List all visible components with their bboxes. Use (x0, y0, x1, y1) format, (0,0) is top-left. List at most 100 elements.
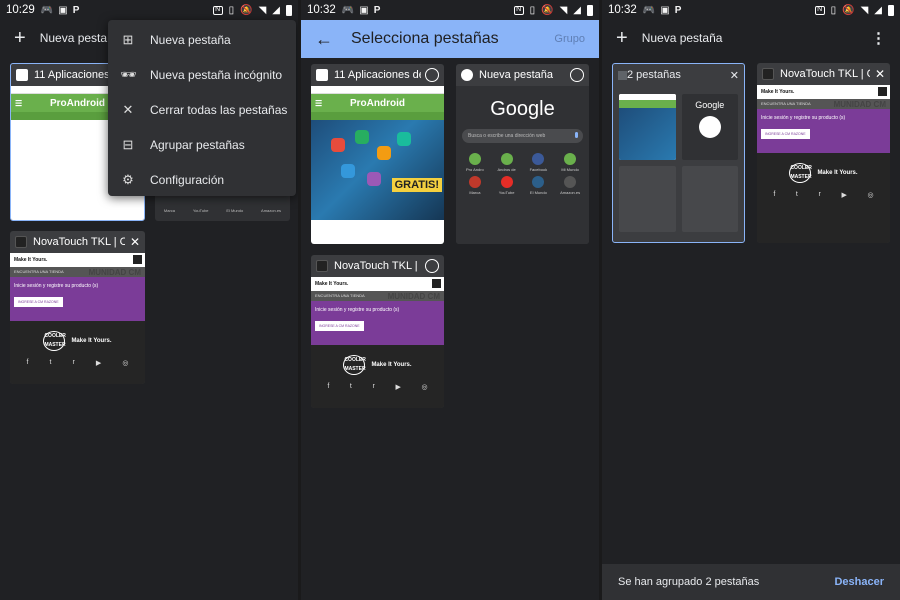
twitter-icon: t (795, 191, 798, 198)
site-logo: ProAndroid (350, 97, 405, 109)
plus-box-icon: ⊞ (122, 31, 134, 47)
toolbar-title: Nueva pestaña (641, 31, 723, 45)
favicon-icon (316, 69, 328, 81)
nfc-icon: N (513, 5, 524, 15)
undo-button[interactable]: Deshacer (834, 576, 884, 588)
promo-text: Inicie sesión y registre su producto (s) (14, 283, 99, 289)
tab-title: NovaTouch TKL | C (780, 68, 870, 80)
promo-button: INGRESE A CM RAZONE (315, 321, 364, 331)
site-brand: Make It Yours. (315, 281, 349, 287)
status-bar: 10:32 🎮 ▣ P N ▯ 🔕 ◥ ◢ (602, 0, 900, 20)
image-icon: ▣ (58, 4, 68, 16)
search-box: Busca o escribe una dirección web (462, 129, 583, 143)
status-time: 10:32 (307, 4, 336, 16)
mic-icon (575, 132, 578, 138)
snackbar: Se han agrupado 2 pestañas Deshacer (602, 564, 900, 600)
twitter-icon: t (349, 383, 352, 390)
p-icon: P (373, 4, 381, 16)
google-logo: Google (695, 100, 725, 110)
image-icon: ▣ (660, 4, 670, 16)
signal-icon: ◢ (272, 4, 280, 16)
battery-icon (587, 4, 593, 16)
cooler-master-logo: COOLER MASTER (343, 355, 366, 375)
mini-placeholder (619, 166, 676, 232)
tab-card-novatouch[interactable]: NovaTouch TKL | C ✕ Make It Yours. ENCUEN… (10, 231, 145, 384)
screen-tab-switcher-menu: 10:29 🎮 ▣ P N ▯ 🔕 ◥ ◢ + Nueva pestaña 11… (0, 0, 298, 600)
tab-card-newtab[interactable]: Nueva pestaña Google Busca o escribe una… (456, 64, 589, 244)
menu-item-new-tab[interactable]: ⊞ Nueva pestaña (108, 22, 296, 57)
status-time: 10:32 (608, 4, 637, 16)
close-tab-icon[interactable]: ✕ (130, 235, 140, 249)
twitter-icon: t (49, 359, 52, 366)
shortcut-label: Marca (163, 208, 176, 213)
overlay-text: MUNIDAD CM (88, 268, 141, 277)
wifi-icon: ◥ (860, 4, 869, 16)
select-circle[interactable] (425, 259, 439, 273)
tab-group-card[interactable]: 2 pestañas ✕ Google (612, 63, 745, 243)
more-options-icon[interactable]: ⋮ (871, 29, 886, 47)
reddit-icon: r (72, 359, 75, 366)
site-brand: Make It Yours. (14, 257, 48, 263)
mini-placeholder (681, 166, 738, 232)
tab-card-proandroid[interactable]: 11 Aplicaciones de ☰ ProAndroid GRATIS! (311, 64, 444, 244)
gamepad-icon: 🎮 (40, 4, 54, 16)
youtube-icon: ▶ (95, 360, 102, 367)
reddit-icon: r (372, 383, 375, 390)
promo-text: Inicie sesión y registre su producto (s) (761, 115, 846, 121)
vibrate-icon: ▯ (529, 4, 536, 16)
image-icon: ▣ (359, 4, 369, 16)
overlay-text: MUNIDAD CM (833, 100, 886, 109)
tab-card-novatouch[interactable]: NovaTouch TKL | C Make It Yours. ENCUENT… (311, 255, 444, 408)
bell-off-icon: 🔕 (842, 4, 855, 16)
shortcut-label: El Mundo (226, 208, 244, 213)
bell-off-icon: 🔕 (240, 4, 253, 16)
new-tab-plus-icon[interactable]: + (616, 27, 628, 50)
group-button[interactable]: Grupo (554, 33, 585, 45)
shortcut-label: YouTube (192, 208, 209, 213)
promo-button: INGRESE A CM RAZONE (761, 129, 810, 139)
gear-icon: ⚙ (122, 171, 134, 187)
battery-icon (888, 4, 894, 16)
tab-card-novatouch[interactable]: NovaTouch TKL | C ✕ Make It Yours. ENCUEN… (757, 63, 890, 243)
new-tab-plus-icon[interactable]: + (14, 27, 26, 50)
menu-item-group-tabs[interactable]: ⊟ Agrupar pestañas (108, 127, 296, 162)
instagram-icon: ◎ (122, 360, 129, 367)
gamepad-icon: 🎮 (341, 4, 355, 16)
p-icon: P (72, 4, 80, 16)
tab-title: NovaTouch TKL | C (33, 236, 125, 248)
select-circle[interactable] (425, 68, 439, 82)
instagram-icon: ◎ (867, 192, 874, 199)
youtube-icon: ▶ (395, 384, 401, 391)
chrome-icon (461, 69, 473, 81)
battery-icon (286, 4, 292, 16)
menu-item-close-all[interactable]: ✕ Cerrar todas las pestañas (108, 92, 296, 127)
promo-text: Inicie sesión y registre su producto (s) (315, 307, 400, 313)
site-brand: Make It Yours. (761, 89, 795, 95)
close-group-icon[interactable]: ✕ (730, 69, 739, 82)
menu-item-settings[interactable]: ⚙ Configuración (108, 162, 296, 197)
group-icon: ⊟ (122, 136, 134, 152)
p-icon: P (674, 4, 682, 16)
favicon-icon (762, 68, 774, 80)
facebook-icon: f (773, 191, 776, 198)
status-bar: 10:29 🎮 ▣ P N ▯ 🔕 ◥ ◢ (0, 0, 298, 20)
screen-grouped-tabs: 10:32 🎮 ▣ P N ▯ 🔕 ◥ ◢ + Nueva pestaña ⋮ … (602, 0, 900, 600)
snackbar-message: Se han agrupado 2 pestañas (618, 576, 760, 588)
gamepad-icon: 🎮 (642, 4, 656, 16)
site-logo: ProAndroid (50, 97, 105, 109)
gratis-badge: GRATIS! (391, 178, 442, 192)
tab-title: NovaTouch TKL | C (334, 260, 421, 272)
cooler-master-logo: COOLER MASTER (789, 163, 812, 183)
signal-icon: ◢ (874, 4, 882, 16)
mini-thumb-proandroid (619, 94, 676, 160)
group-title: 2 pestañas (627, 69, 681, 81)
back-arrow-icon[interactable]: ← (315, 29, 333, 50)
favicon-icon (15, 236, 27, 248)
close-tab-icon[interactable]: ✕ (875, 67, 885, 81)
chrome-icon (698, 116, 721, 138)
slogan: Make It Yours. (817, 170, 858, 176)
wifi-icon: ◥ (258, 4, 267, 16)
hamburger-icon: ☰ (15, 98, 23, 108)
select-circle[interactable] (570, 68, 584, 82)
menu-item-incognito[interactable]: 🕶 Nueva pestaña incógnito (108, 57, 296, 92)
